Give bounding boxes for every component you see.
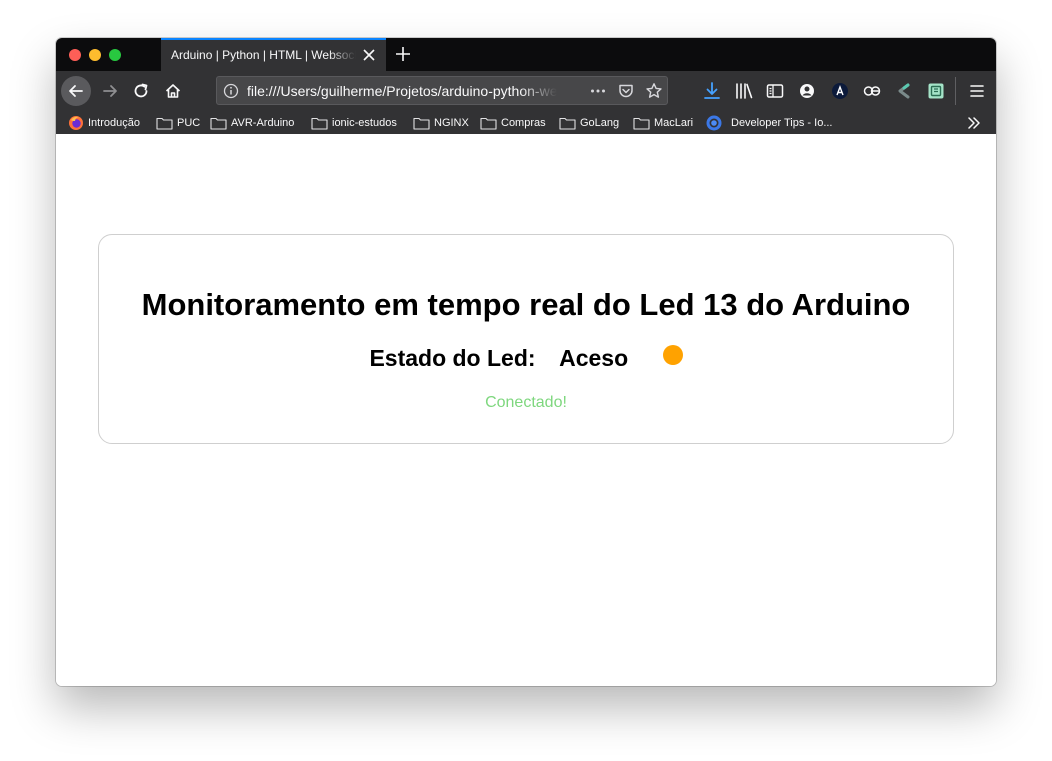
bookmark-folder-golang[interactable]: GoLang — [559, 114, 619, 131]
folder-icon — [311, 117, 328, 130]
bookmark-folder-ionic-estudos[interactable]: ionic-estudos — [311, 114, 397, 131]
bookmark-folder-avr-arduino[interactable]: AVR-Arduino — [210, 114, 294, 131]
bookmark-label: AVR-Arduino — [231, 116, 295, 129]
bookmark-developer-tips[interactable]: Developer Tips - Io... — [705, 114, 833, 131]
window-minimize-button[interactable] — [89, 49, 101, 61]
pocket-icon[interactable] — [617, 82, 635, 100]
url-bar[interactable]: file:///Users/guilherme/Projetos/arduino… — [216, 76, 668, 105]
sidebar-icon[interactable] — [765, 81, 785, 101]
download-icon[interactable] — [702, 81, 722, 101]
new-tab-icon[interactable] — [394, 45, 412, 63]
folder-icon — [633, 117, 650, 130]
bookmark-introducao[interactable]: Introdução — [68, 114, 140, 131]
bookmark-folder-maclari[interactable]: MacLari — [633, 114, 693, 131]
account-icon[interactable] — [797, 81, 817, 101]
page-title: Monitoramento em tempo real do Led 13 do… — [141, 287, 911, 322]
home-button[interactable] — [159, 77, 187, 105]
connection-status: Conectado! — [485, 394, 567, 411]
bookmark-label: Developer Tips - Io... — [731, 116, 833, 129]
firefox-icon — [69, 115, 83, 130]
page-content: Monitoramento em tempo real do Led 13 do… — [56, 134, 996, 686]
folder-icon — [413, 117, 430, 130]
led-label: Estado do Led: — [369, 345, 536, 371]
hamburger-menu-icon[interactable] — [967, 81, 987, 101]
led-indicator-icon — [662, 345, 683, 365]
bookmarks-toolbar: Introdução PUC AVR-Arduino ionic-estudos… — [56, 111, 996, 134]
home-icon — [165, 84, 181, 98]
monitor-card: Monitoramento em tempo real do Led 13 do… — [98, 234, 954, 444]
folder-icon — [210, 117, 227, 130]
url-text[interactable]: file:///Users/guilherme/Projetos/arduino… — [247, 83, 557, 99]
folder-icon — [156, 117, 173, 130]
bookmark-label: GoLang — [580, 116, 620, 129]
chevron-double-right-icon[interactable] — [966, 115, 982, 131]
library-icon[interactable] — [734, 81, 754, 101]
bookmark-label: Compras — [501, 116, 546, 129]
bookmark-label: Introdução — [88, 116, 140, 129]
folder-icon — [559, 117, 576, 130]
bookmark-star-icon[interactable] — [645, 82, 663, 100]
info-icon[interactable] — [223, 83, 239, 99]
forward-arrow-icon — [103, 85, 117, 97]
bookmark-label: NGINX — [434, 116, 469, 129]
window-maximize-button[interactable] — [109, 49, 121, 61]
bookmark-label: ionic-estudos — [332, 116, 397, 129]
tab-title: Arduino | Python | HTML | Websocket — [171, 48, 356, 62]
bookmark-folder-puc[interactable]: PUC — [156, 114, 200, 131]
close-icon[interactable] — [362, 48, 376, 62]
extension-ae-icon[interactable] — [862, 81, 882, 101]
back-arrow-icon — [69, 85, 83, 97]
extension-c-icon[interactable] — [894, 81, 914, 101]
chrome-status-icon — [706, 115, 722, 130]
tab-strip: Arduino | Python | HTML | Websocket — [56, 38, 996, 71]
tab-active[interactable]: Arduino | Python | HTML | Websocket — [161, 38, 386, 71]
extension-green-icon[interactable] — [926, 81, 946, 101]
led-state: Aceso — [559, 345, 629, 371]
extension-a-icon[interactable] — [830, 81, 850, 101]
forward-button[interactable] — [96, 77, 124, 105]
bookmark-folder-nginx[interactable]: NGINX — [413, 114, 469, 131]
page-actions-icon[interactable] — [589, 82, 607, 100]
bookmark-label: PUC — [177, 116, 201, 129]
led-status-row: Estado do Led: Aceso — [99, 345, 953, 372]
browser-window: Arduino | Python | HTML | Websocket file… — [56, 38, 996, 686]
reload-icon — [134, 83, 148, 98]
navigation-toolbar: file:///Users/guilherme/Projetos/arduino… — [56, 71, 996, 111]
folder-icon — [480, 117, 497, 130]
toolbar-separator — [955, 77, 956, 105]
bookmark-folder-compras[interactable]: Compras — [480, 114, 546, 131]
reload-button[interactable] — [127, 77, 155, 105]
back-button[interactable] — [61, 76, 91, 106]
window-close-button[interactable] — [69, 49, 81, 61]
bookmark-label: MacLari — [654, 116, 694, 129]
